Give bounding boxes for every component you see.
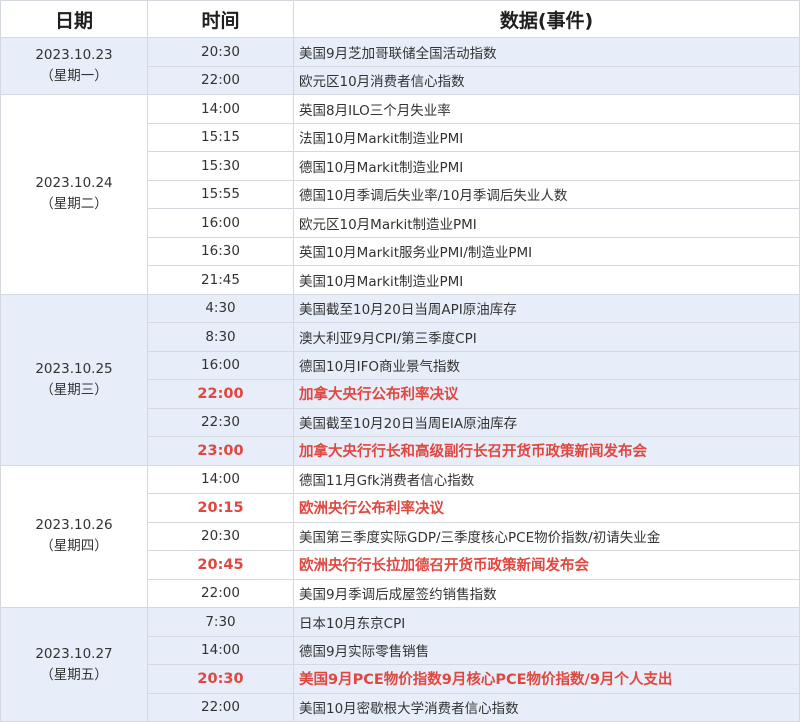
date-text: 2023.10.24 xyxy=(35,175,113,192)
event-cell: 德国10月季调后失业率/10月季调后失业人数 xyxy=(293,179,800,209)
time-cell: 22:00 xyxy=(147,65,294,95)
event-cell: 欧洲央行公布利率决议 xyxy=(293,493,800,523)
event-cell: 加拿大央行行长和高级副行长召开货币政策新闻发布会 xyxy=(293,436,800,466)
time-cell: 8:30 xyxy=(147,322,294,352)
time-cell: 21:45 xyxy=(147,265,294,295)
date-cell: 2023.10.26 （星期四） xyxy=(0,464,148,608)
event-cell: 欧洲央行行长拉加德召开货币政策新闻发布会 xyxy=(293,550,800,580)
time-cell: 16:00 xyxy=(147,350,294,380)
event-cell: 欧元区10月消费者信心指数 xyxy=(293,65,800,95)
header-date: 日期 xyxy=(0,0,148,38)
event-cell: 美国10月Markit制造业PMI xyxy=(293,265,800,295)
time-cell: 20:30 xyxy=(147,664,294,694)
header-time: 时间 xyxy=(147,0,294,38)
date-cell: 2023.10.24 （星期二） xyxy=(0,94,148,295)
event-cell: 德国9月实际零售销售 xyxy=(293,635,800,665)
event-cell: 英国10月Markit服务业PMI/制造业PMI xyxy=(293,236,800,266)
time-cell: 14:00 xyxy=(147,94,294,124)
time-cell: 22:00 xyxy=(147,379,294,409)
time-cell: 15:30 xyxy=(147,151,294,181)
table-row: 2023.10.23 （星期一） 20:30 美国9月芝加哥联储全国活动指数 xyxy=(0,37,800,95)
event-cell: 法国10月Markit制造业PMI xyxy=(293,122,800,152)
event-cell: 日本10月东京CPI xyxy=(293,607,800,637)
event-cell: 欧元区10月Markit制造业PMI xyxy=(293,208,800,238)
event-cell: 德国10月Markit制造业PMI xyxy=(293,151,800,181)
weekday-text: （星期一） xyxy=(40,68,108,84)
time-cell: 23:00 xyxy=(147,436,294,466)
date-text: 2023.10.25 xyxy=(35,360,113,377)
event-cell: 德国10月IFO商业景气指数 xyxy=(293,350,800,380)
weekday-text: （星期二） xyxy=(40,196,108,213)
event-cell: 美国截至10月20日当周API原油库存 xyxy=(293,293,800,323)
table-row: 2023.10.27 （星期五） 7:30 日本10月东京CPI xyxy=(0,607,800,722)
table-row: 2023.10.26 （星期四） 14:00 德国11月Gfk消费者信心指数 xyxy=(0,464,800,608)
time-cell: 22:30 xyxy=(147,407,294,437)
weekday-text: （星期三） xyxy=(40,381,108,398)
time-cell: 7:30 xyxy=(147,607,294,637)
time-cell: 15:15 xyxy=(147,122,294,152)
table-row: 2023.10.24 （星期二） 14:00 英国8月ILO三个月失业率 xyxy=(0,94,800,295)
table-row: 2023.10.25 （星期三） 4:30 美国截至10月20日当周API原油库存 xyxy=(0,293,800,466)
date-cell: 2023.10.27 （星期五） xyxy=(0,607,148,722)
event-cell: 加拿大央行公布利率决议 xyxy=(293,379,800,409)
table-body: 2023.10.23 （星期一） 20:30 美国9月芝加哥联储全国活动指数 22:00… xyxy=(0,37,800,722)
event-cell: 美国10月密歇根大学消费者信心指数 xyxy=(293,692,800,722)
time-cell: 4:30 xyxy=(147,293,294,323)
event-cell: 澳大利亚9月CPI/第三季度CPI xyxy=(293,322,800,352)
date-text: 2023.10.23 xyxy=(35,47,113,63)
weekday-text: （星期五） xyxy=(40,666,108,683)
time-cell: 15:55 xyxy=(147,179,294,209)
time-cell: 14:00 xyxy=(147,635,294,665)
time-cell: 20:15 xyxy=(147,493,294,523)
weekday-text: （星期四） xyxy=(40,538,108,555)
time-cell: 20:30 xyxy=(147,37,294,67)
header-event: 数据(事件) xyxy=(293,0,800,38)
date-text: 2023.10.27 xyxy=(35,645,113,662)
event-cell: 德国11月Gfk消费者信心指数 xyxy=(293,464,800,494)
time-cell: 20:45 xyxy=(147,550,294,580)
event-cell: 美国第三季度实际GDP/三季度核心PCE物价指数/初请失业金 xyxy=(293,521,800,551)
event-cell: 英国8月ILO三个月失业率 xyxy=(293,94,800,124)
event-cell: 美国9月芝加哥联储全国活动指数 xyxy=(293,37,800,67)
date-cell: 2023.10.23 （星期一） xyxy=(0,37,148,95)
date-text: 2023.10.26 xyxy=(35,517,113,534)
time-cell: 16:30 xyxy=(147,236,294,266)
event-cell: 美国9月季调后成屋签约销售指数 xyxy=(293,578,800,608)
date-cell: 2023.10.25 （星期三） xyxy=(0,293,148,466)
header-row: 日期 时间 数据(事件) xyxy=(0,0,800,38)
time-cell: 14:00 xyxy=(147,464,294,494)
event-cell: 美国9月PCE物价指数9月核心PCE物价指数/9月个人支出 xyxy=(293,664,800,694)
time-cell: 20:30 xyxy=(147,521,294,551)
time-cell: 22:00 xyxy=(147,578,294,608)
time-cell: 22:00 xyxy=(147,692,294,722)
time-cell: 16:00 xyxy=(147,208,294,238)
event-cell: 美国截至10月20日当周EIA原油库存 xyxy=(293,407,800,437)
economic-calendar-table: 日期 时间 数据(事件) 2023.10.23 （星期一） 20:30 美国9月芝加哥… xyxy=(0,0,800,722)
